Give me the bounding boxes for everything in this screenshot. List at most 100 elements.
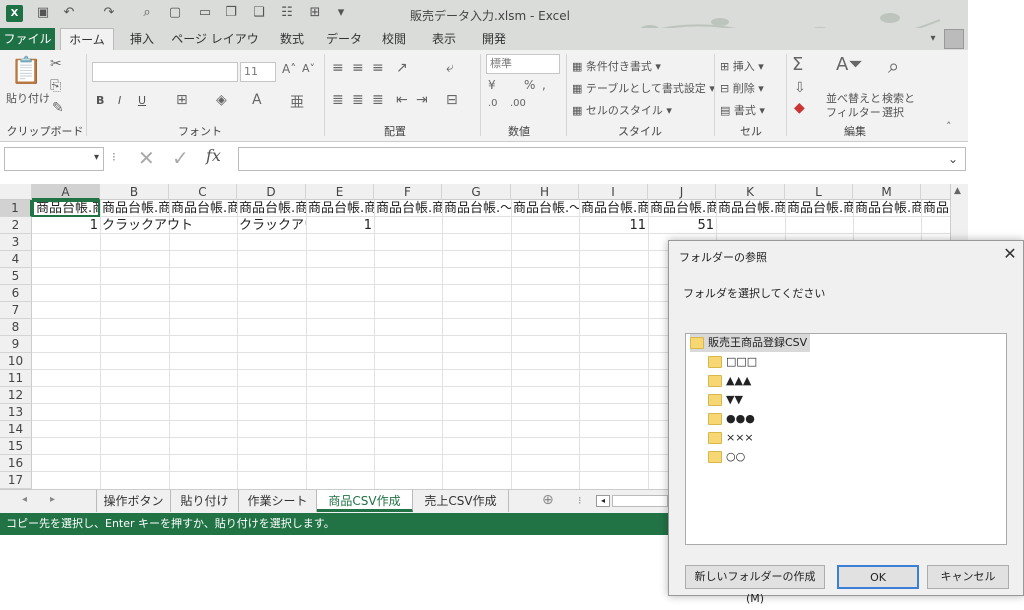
percent-icon[interactable]: % — [524, 78, 535, 92]
row-header[interactable]: 1 — [0, 200, 32, 217]
copy-icon-ribbon[interactable]: ⎘ — [50, 78, 61, 94]
cell-A1[interactable]: 商品台帳.商 — [32, 200, 100, 217]
sheet-tab[interactable]: 作業シート — [239, 490, 317, 512]
formula-input[interactable] — [238, 147, 966, 171]
cell-D2[interactable]: クラックアウ — [237, 217, 306, 234]
redo-icon[interactable]: ↷ — [100, 4, 118, 22]
name-box[interactable]: ▾ — [4, 147, 104, 171]
tab-insert[interactable]: 挿入 — [122, 28, 162, 50]
cancel-button[interactable]: キャンセル — [927, 565, 1009, 589]
align-bottom-icon[interactable]: ≡ — [372, 60, 384, 76]
format-as-table-button[interactable]: ▦ テーブルとして書式設定 ▾ — [572, 80, 715, 96]
tab-review[interactable]: 校閲 — [374, 28, 414, 50]
row-header[interactable]: 5 — [0, 268, 32, 285]
column-header[interactable]: L — [785, 184, 853, 200]
column-header[interactable]: D — [237, 184, 306, 200]
select-all-corner[interactable] — [0, 184, 32, 200]
align-middle-icon[interactable]: ≡ — [352, 60, 364, 76]
close-icon[interactable]: ✕ — [999, 243, 1021, 265]
cell-C1[interactable]: 商品台帳.商 — [169, 200, 237, 217]
sheet-tab-active[interactable]: 商品CSV作成 — [317, 490, 413, 512]
row-header[interactable]: 12 — [0, 387, 32, 404]
italic-button[interactable]: I — [118, 94, 121, 107]
scroll-up-icon[interactable]: ▲ — [954, 186, 961, 196]
bold-button[interactable]: B — [96, 94, 104, 107]
format-cells-button[interactable]: ▤ 書式 ▾ — [720, 102, 765, 118]
tab-data[interactable]: データ — [322, 28, 366, 50]
shrink-font-icon[interactable]: A˅ — [302, 62, 315, 75]
align-top-icon[interactable]: ≡ — [332, 60, 344, 76]
row-header[interactable]: 4 — [0, 251, 32, 268]
enter-icon[interactable]: ✓ — [172, 146, 189, 170]
tab-view[interactable]: 表示 — [424, 28, 464, 50]
tree-item[interactable]: ○○ — [708, 448, 788, 466]
column-header[interactable]: G — [442, 184, 511, 200]
undo-icon[interactable]: ↶ — [60, 4, 78, 22]
tree-item[interactable]: □□□ — [708, 353, 788, 371]
cell-A2[interactable]: 1 — [32, 217, 100, 234]
cell-K1[interactable]: 商品台帳.商 — [716, 200, 785, 217]
insert-function-icon[interactable]: fx — [206, 146, 221, 165]
row-header[interactable]: 11 — [0, 370, 32, 387]
decrease-indent-icon[interactable]: ⇤ — [396, 92, 408, 108]
cell-E2[interactable]: 1 — [306, 217, 374, 234]
row-header[interactable]: 9 — [0, 336, 32, 353]
underline-button[interactable]: U — [138, 94, 146, 107]
row-header[interactable]: 8 — [0, 319, 32, 336]
tree-item[interactable]: ××× — [708, 429, 788, 447]
row-header[interactable]: 15 — [0, 438, 32, 455]
column-header[interactable]: E — [306, 184, 374, 200]
cell-E1[interactable]: 商品台帳.商 — [306, 200, 374, 217]
filter-label[interactable]: フィルター — [826, 104, 881, 120]
sheet-tab[interactable]: 貼り付け — [171, 490, 239, 512]
column-header[interactable]: K — [716, 184, 785, 200]
column-header[interactable]: F — [374, 184, 442, 200]
open-file-icon[interactable]: ▭ — [196, 4, 214, 22]
font-color-icon[interactable]: A — [252, 92, 262, 108]
format-painter-icon[interactable]: ✎ — [52, 100, 64, 116]
number-format-select[interactable]: 標準 — [486, 54, 560, 74]
horizontal-scrollbar[interactable] — [612, 495, 668, 507]
row-header[interactable]: 14 — [0, 421, 32, 438]
align-left-icon[interactable]: ≣ — [332, 92, 344, 108]
sheet-prev-icon[interactable]: ◂ — [22, 494, 27, 505]
macro-icon[interactable]: ⊞ — [306, 4, 324, 22]
tab-file[interactable]: ファイル — [0, 28, 55, 50]
align-center-icon[interactable]: ≣ — [352, 92, 364, 108]
cancel-icon[interactable]: ✕ — [138, 146, 155, 170]
formula-bar-splitter[interactable]: ⁝ — [112, 150, 116, 164]
row-header[interactable]: 7 — [0, 302, 32, 319]
row-header[interactable]: 17 — [0, 472, 32, 489]
print-preview-icon[interactable]: ⌕ — [138, 4, 156, 22]
cell-N1[interactable]: 商品 — [921, 200, 950, 217]
delete-cells-button[interactable]: ⊟ 削除 ▾ — [720, 80, 764, 96]
font-name-select[interactable] — [92, 62, 238, 82]
font-size-select[interactable]: 11 — [240, 62, 276, 82]
ok-button[interactable]: OK — [837, 565, 919, 589]
add-sheet-icon[interactable]: ⊕ — [542, 492, 554, 508]
insert-cells-button[interactable]: ⊞ 挿入 ▾ — [720, 58, 764, 74]
currency-icon[interactable]: ¥ — [488, 78, 496, 92]
new-folder-button[interactable]: 新しいフォルダーの作成(M) — [685, 565, 825, 605]
merge-center-icon[interactable]: ⊟ — [446, 92, 458, 108]
increase-decimal-icon[interactable]: .0 — [488, 98, 498, 109]
copy-icon[interactable]: ❐ — [222, 4, 240, 22]
grow-font-icon[interactable]: A˄ — [282, 62, 296, 76]
increase-indent-icon[interactable]: ⇥ — [416, 92, 428, 108]
paste-icon[interactable]: ❑ — [250, 4, 268, 22]
row-header[interactable]: 13 — [0, 404, 32, 421]
cell-M1[interactable]: 商品台帳.商 — [853, 200, 921, 217]
select-label[interactable]: 選択 — [882, 104, 904, 120]
tree-item[interactable]: ▲▲▲ — [708, 372, 788, 390]
tab-home[interactable]: ホーム — [60, 28, 114, 50]
column-header[interactable]: B — [100, 184, 169, 200]
customize-qat-icon[interactable]: ▾ — [332, 4, 350, 22]
cell-H1[interactable]: 商品台帳.〜 — [511, 200, 579, 217]
ribbon-options-icon[interactable]: ▾ — [926, 32, 940, 46]
comma-icon[interactable]: , — [542, 78, 546, 92]
cell-I2[interactable]: 11 — [579, 217, 648, 234]
cell-D1[interactable]: 商品台帳.商 — [237, 200, 306, 217]
cell-J2[interactable]: 51 — [648, 217, 716, 234]
fill-color-icon[interactable]: ◈ — [216, 92, 227, 108]
user-avatar[interactable] — [944, 29, 964, 49]
